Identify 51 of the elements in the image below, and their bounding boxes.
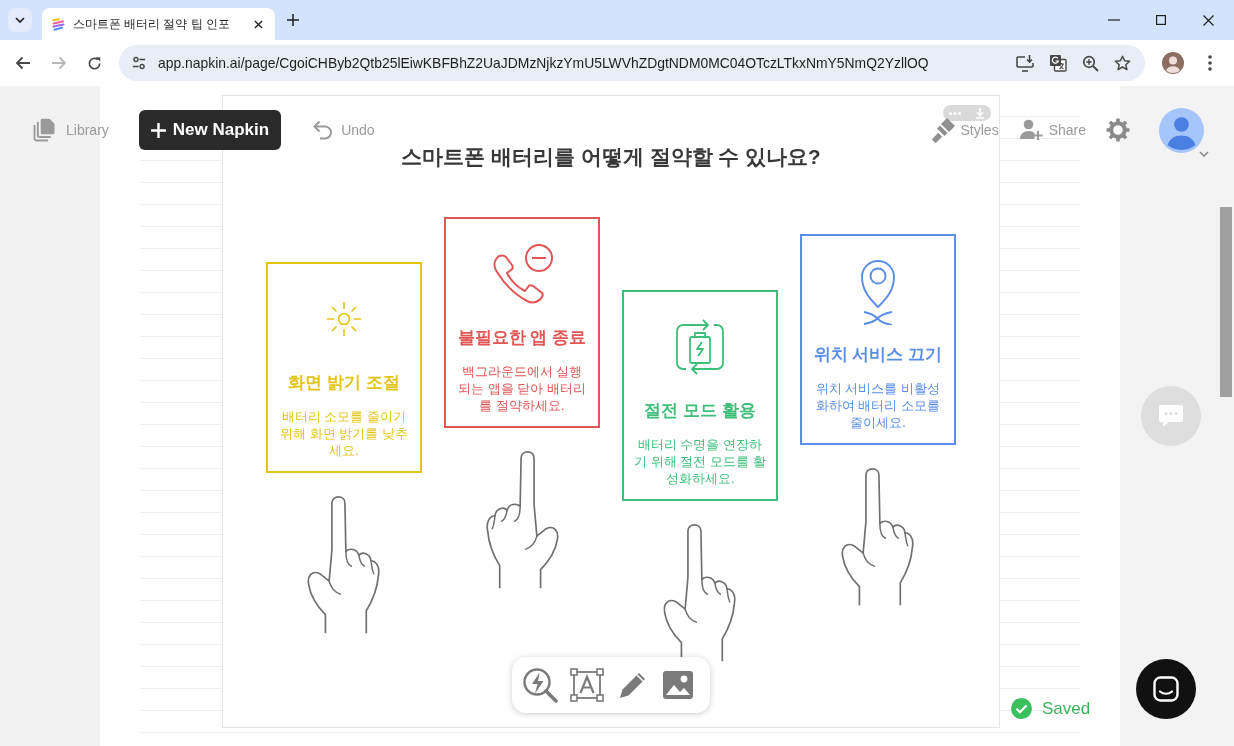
location-pin-icon [860,257,896,325]
lightning-search-icon[interactable] [522,667,558,703]
address-bar[interactable]: app.napkin.ai/page/CgoiCHByb2Qtb25lEiwKBFBhZ2UaJDMzNjkzYmU5LWVhZDgtNDM0MC04OTczLTkxNmY5NmQ2YzllOQ [119,45,1145,81]
menu-icon[interactable] [1208,55,1212,71]
close-icon[interactable] [1203,14,1214,26]
browser-tab[interactable]: 스마트폰 배터리 절약 팁 인포 [42,8,275,40]
paint-brush-icon [931,117,956,143]
profile-avatar-icon[interactable] [1162,52,1184,74]
settings-icon[interactable] [1106,118,1130,142]
image-icon[interactable] [662,670,694,700]
add-person-icon [1019,119,1043,141]
new-napkin-button[interactable]: New Napkin [138,110,282,150]
card-text: 배터리 소모를 줄이기 위해 화면 밝기를 낮추세요. [279,408,409,459]
card-text: 위치 서비스를 비활성화하여 배터리 소모를 줄이세요. [814,380,942,431]
battery-cycle-icon [675,317,725,377]
chevron-down-icon[interactable] [1199,150,1209,157]
text-box-icon[interactable] [570,668,604,702]
scrollbar-thumb[interactable] [1220,207,1232,397]
saved-status: Saved [1042,698,1091,719]
speech-bubble-icon [1158,404,1184,428]
install-app-icon[interactable] [1016,54,1034,72]
infographic-title: 스마트폰 배터리를 어떻게 절약할 수 있나요? [401,144,821,170]
undo-button[interactable]: Undo [312,120,375,140]
maximize-icon[interactable] [1156,15,1166,25]
reload-icon[interactable] [87,55,102,71]
card-text: 백그라운드에서 실행되는 앱을 닫아 배터리를 절약하세요. [457,363,587,414]
library-icon [32,118,56,142]
card-title: 화면 밝기 조절 [288,372,400,394]
site-info-icon[interactable] [132,56,146,70]
star-icon[interactable] [1114,55,1131,71]
styles-button[interactable]: Styles [931,117,999,143]
sun-icon [324,299,364,339]
back-arrow-icon[interactable] [15,56,31,70]
tab-search-button[interactable] [8,8,32,32]
user-avatar-icon[interactable] [1159,107,1204,153]
card-title: 불필요한 앱 종료 [457,327,587,349]
chat-icon [1153,676,1179,702]
caret-down-icon [15,17,25,23]
card-text: 배터리 수명을 연장하기 위해 절전 모드를 활성화하세요. [634,436,766,487]
card-title: 절전 모드 활용 [644,400,756,422]
new-tab-icon[interactable] [287,14,299,26]
undo-icon [312,120,334,140]
check-circle-icon [1011,698,1032,719]
close-tab-icon[interactable] [254,19,263,29]
zoom-icon[interactable] [1082,54,1099,72]
library-button[interactable]: Library [32,118,109,142]
share-button[interactable]: Share [1019,119,1086,141]
card-title: 위치 서비스 끄기 [813,344,943,366]
app-logo-icon [52,17,65,31]
plus-icon [150,122,166,138]
translate-icon[interactable] [1049,54,1067,72]
